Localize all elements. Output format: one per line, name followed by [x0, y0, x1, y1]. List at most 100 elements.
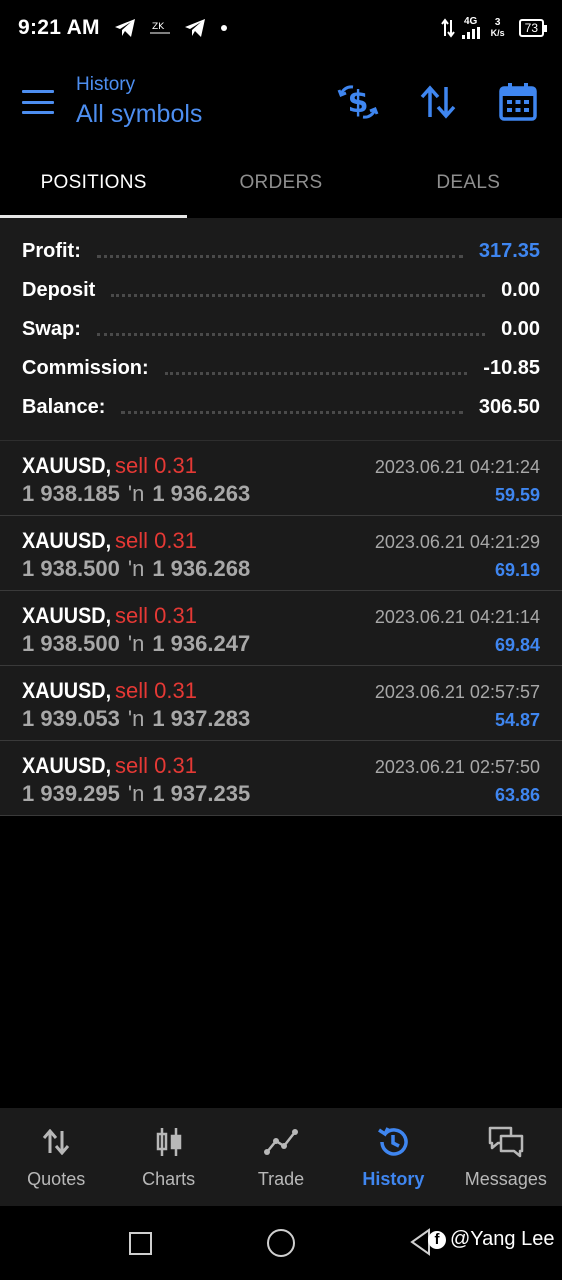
deal-symbol: XAUUSD, — [22, 453, 112, 478]
nav-trade[interactable]: Trade — [225, 1108, 337, 1206]
deal-symbol: XAUUSD, — [22, 678, 112, 703]
deal-time: 2023.06.21 04:21:29 — [374, 532, 540, 552]
deal-close-price: 1 937.235 — [152, 781, 251, 806]
deal-side: sell 0.31 — [115, 753, 197, 778]
battery-level: 73 — [524, 21, 538, 35]
deal-open-price: 1 938.500 — [22, 556, 120, 581]
tab-orders[interactable]: ORDERS — [187, 148, 374, 218]
header-subtitle: History — [76, 74, 136, 95]
telegram-icon — [184, 19, 205, 37]
sort-icon[interactable] — [416, 80, 460, 124]
home-button[interactable] — [267, 1229, 295, 1257]
system-status: 4G 3 K/s 73 — [440, 16, 548, 39]
data-transfer-icon — [440, 18, 455, 38]
bottom-navigation: Quotes Charts Trade History Messages — [0, 1108, 562, 1206]
nav-history[interactable]: History — [337, 1108, 449, 1206]
speed-value: 3 — [494, 17, 501, 28]
price-arrow: 'n — [127, 481, 145, 506]
menu-icon[interactable] — [22, 90, 54, 114]
position-row[interactable]: XAUUSD, sell 0.31 2023.06.21 04:21:29 1 … — [0, 516, 562, 591]
profit-value: 317.35 — [478, 240, 540, 262]
dotted-leader — [121, 411, 463, 414]
facebook-icon: f — [428, 1230, 446, 1249]
position-row[interactable]: XAUUSD, sell 0.31 2023.06.21 02:57:50 1 … — [0, 741, 562, 816]
nav-trade-label: Trade — [257, 1168, 305, 1189]
quotes-icon — [42, 1125, 70, 1159]
deal-close-price: 1 936.268 — [152, 556, 251, 581]
balance-value: 306.50 — [478, 396, 540, 418]
nav-messages[interactable]: Messages — [450, 1108, 562, 1206]
balance-label: Balance: — [22, 396, 106, 418]
account-summary: Profit: 317.35 Deposit 0.00 Swap: 0.00 C… — [0, 218, 562, 441]
app-icon: ZK — [149, 22, 170, 34]
deal-open-price: 1 939.053 — [22, 706, 120, 731]
speed-unit: K/s — [490, 28, 505, 38]
dotted-leader — [96, 333, 486, 336]
trade-icon — [264, 1125, 299, 1159]
summary-row-commission: Commission: -10.85 — [22, 349, 540, 388]
deal-open-price: 1 938.185 — [22, 481, 120, 506]
svg-text:ZK: ZK — [152, 22, 165, 32]
position-row[interactable]: XAUUSD, sell 0.31 2023.06.21 02:57:57 1 … — [0, 666, 562, 741]
position-row[interactable]: XAUUSD, sell 0.31 2023.06.21 04:21:14 1 … — [0, 591, 562, 666]
deal-close-price: 1 936.247 — [152, 631, 251, 656]
deal-symbol: XAUUSD, — [22, 753, 112, 778]
history-tabs: POSITIONS ORDERS DEALS — [0, 148, 562, 218]
system-nav-bar: f @Yang Lee — [0, 1206, 562, 1280]
deal-side: sell 0.31 — [115, 678, 197, 703]
recents-button[interactable] — [129, 1232, 152, 1255]
position-row[interactable]: XAUUSD, sell 0.31 2023.06.21 04:21:24 1 … — [0, 441, 562, 516]
network-type: 4G — [463, 16, 478, 27]
summary-row-swap: Swap: 0.00 — [22, 310, 540, 349]
nav-quotes[interactable]: Quotes — [0, 1108, 112, 1206]
deal-side: sell 0.31 — [115, 603, 197, 628]
watermark-text: @Yang Lee — [450, 1228, 555, 1250]
price-arrow: 'n — [127, 706, 145, 731]
deal-side: sell 0.31 — [115, 453, 197, 478]
dotted-leader — [96, 255, 463, 258]
header-title-block[interactable]: History All symbols — [76, 74, 202, 130]
deposit-value: 0.00 — [501, 279, 540, 301]
deal-time: 2023.06.21 04:21:14 — [374, 607, 540, 627]
deal-profit: 69.84 — [494, 635, 540, 655]
nav-messages-label: Messages — [464, 1168, 547, 1189]
notification-icons: ZK — [114, 18, 228, 38]
deal-symbol: XAUUSD, — [22, 603, 112, 628]
messages-icon — [487, 1125, 525, 1159]
dot-icon — [220, 25, 227, 31]
signal-icon — [461, 27, 480, 39]
deal-symbol: XAUUSD, — [22, 528, 112, 553]
telegram-icon — [114, 19, 135, 37]
dotted-leader — [164, 372, 468, 375]
deal-time: 2023.06.21 02:57:50 — [374, 757, 540, 777]
app-header: History All symbols $ — [0, 56, 562, 148]
nav-charts-label: Charts — [142, 1168, 196, 1189]
deal-open-price: 1 939.295 — [22, 781, 120, 806]
history-icon — [376, 1125, 410, 1159]
dollar-exchange-icon[interactable]: $ — [336, 80, 380, 124]
deal-profit: 59.59 — [494, 485, 540, 505]
price-arrow: 'n — [127, 556, 145, 581]
svg-text:$: $ — [348, 85, 369, 120]
summary-row-profit: Profit: 317.35 — [22, 232, 540, 271]
tab-deals[interactable]: DEALS — [375, 148, 562, 218]
summary-row-balance: Balance: 306.50 — [22, 388, 540, 427]
dotted-leader — [111, 294, 486, 297]
tab-positions[interactable]: POSITIONS — [0, 148, 188, 218]
battery-icon: 73 — [518, 19, 548, 37]
deal-profit: 69.19 — [494, 560, 540, 580]
nav-history-label: History — [362, 1168, 425, 1189]
deal-profit: 63.86 — [494, 785, 540, 805]
header-actions: $ — [336, 80, 540, 124]
commission-label: Commission: — [22, 357, 149, 379]
swap-label: Swap: — [22, 318, 81, 340]
price-arrow: 'n — [127, 781, 145, 806]
price-arrow: 'n — [127, 631, 145, 656]
positions-list: XAUUSD, sell 0.31 2023.06.21 04:21:24 1 … — [0, 441, 562, 816]
deal-open-price: 1 938.500 — [22, 631, 120, 656]
calendar-icon[interactable] — [496, 80, 540, 124]
deal-profit: 54.87 — [494, 710, 540, 730]
deal-close-price: 1 937.283 — [152, 706, 251, 731]
status-time: 9:21 AM — [18, 16, 100, 39]
nav-charts[interactable]: Charts — [112, 1108, 224, 1206]
